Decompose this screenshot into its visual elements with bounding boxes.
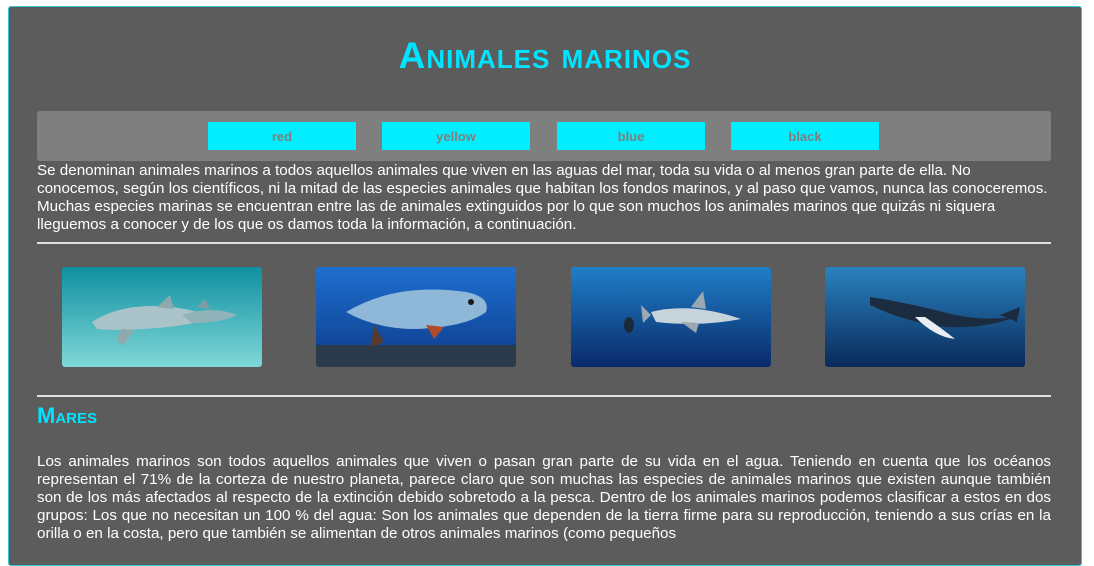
page-title: Animales marinos — [398, 35, 692, 76]
page-container: Animales marinos red yellow blue black S… — [8, 6, 1082, 566]
color-button-red[interactable]: red — [208, 122, 356, 150]
dolphin-image — [62, 267, 262, 367]
seal-image — [316, 267, 516, 367]
color-selector-bar: red yellow blue black — [37, 111, 1051, 161]
color-button-blue[interactable]: blue — [557, 122, 705, 150]
divider — [37, 242, 1051, 244]
whale-image — [825, 267, 1025, 367]
section-title: Mares — [37, 403, 98, 428]
divider — [37, 395, 1051, 397]
section-body: Los animales marinos son todos aquellos … — [37, 453, 1051, 542]
color-button-black[interactable]: black — [731, 122, 879, 150]
color-button-yellow[interactable]: yellow — [382, 122, 530, 150]
shark-image — [571, 267, 771, 367]
intro-paragraph: Se denominan animales marinos a todos aq… — [37, 162, 1048, 233]
